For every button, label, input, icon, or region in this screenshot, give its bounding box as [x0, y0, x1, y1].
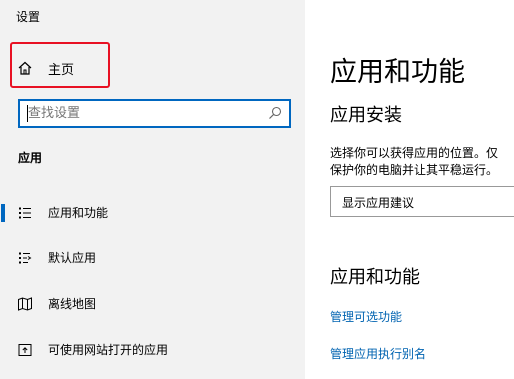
manage-app-execution-aliases-link[interactable]: 管理应用执行别名 [330, 345, 426, 362]
sidebar-item-label: 可使用网站打开的应用 [48, 343, 169, 357]
app-install-description: 选择你可以获得应用的位置。仅 保护你的电脑并让其平稳运行。 [330, 145, 514, 179]
apps-features-header: 应用和功能 [330, 267, 420, 288]
sidebar-item-label: 应用和功能 [48, 206, 109, 220]
offline-maps-icon [16, 295, 34, 313]
home-nav-item[interactable]: 主页 [16, 58, 74, 78]
description-line: 选择你可以获得应用的位置。仅 [330, 146, 499, 160]
sidebar: 设置 主页 应用 [0, 0, 305, 379]
sidebar-item-label: 离线地图 [48, 297, 97, 311]
sidebar-item-label: 默认应用 [48, 251, 97, 265]
app-install-header: 应用安装 [330, 105, 402, 126]
sidebar-item-offline-maps[interactable]: 离线地图 [0, 289, 305, 319]
search-input[interactable] [28, 105, 258, 122]
main-content: 应用和功能 应用安装 选择你可以获得应用的位置。仅 保护你的电脑并让其平稳运行。… [305, 0, 514, 379]
apps-features-icon [16, 204, 34, 222]
sidebar-item-apps-features[interactable]: 应用和功能 [0, 198, 305, 228]
search-box[interactable] [18, 99, 291, 128]
default-apps-icon [16, 249, 34, 267]
manage-optional-features-link[interactable]: 管理可选功能 [330, 308, 402, 325]
description-line: 保护你的电脑并让其平稳运行。 [330, 163, 499, 177]
search-icon[interactable] [267, 105, 283, 121]
window-title: 设置 [16, 10, 41, 24]
apps-for-websites-icon [16, 341, 34, 359]
active-indicator [1, 204, 5, 222]
section-header-apps: 应用 [18, 151, 43, 165]
dropdown-value: 显示应用建议 [342, 196, 415, 210]
page-title: 应用和功能 [330, 57, 465, 88]
sidebar-item-default-apps[interactable]: 默认应用 [0, 243, 305, 273]
home-label: 主页 [48, 62, 75, 78]
app-source-dropdown[interactable]: 显示应用建议 [330, 186, 514, 217]
home-icon [16, 59, 34, 77]
sidebar-item-apps-for-websites[interactable]: 可使用网站打开的应用 [0, 335, 305, 365]
